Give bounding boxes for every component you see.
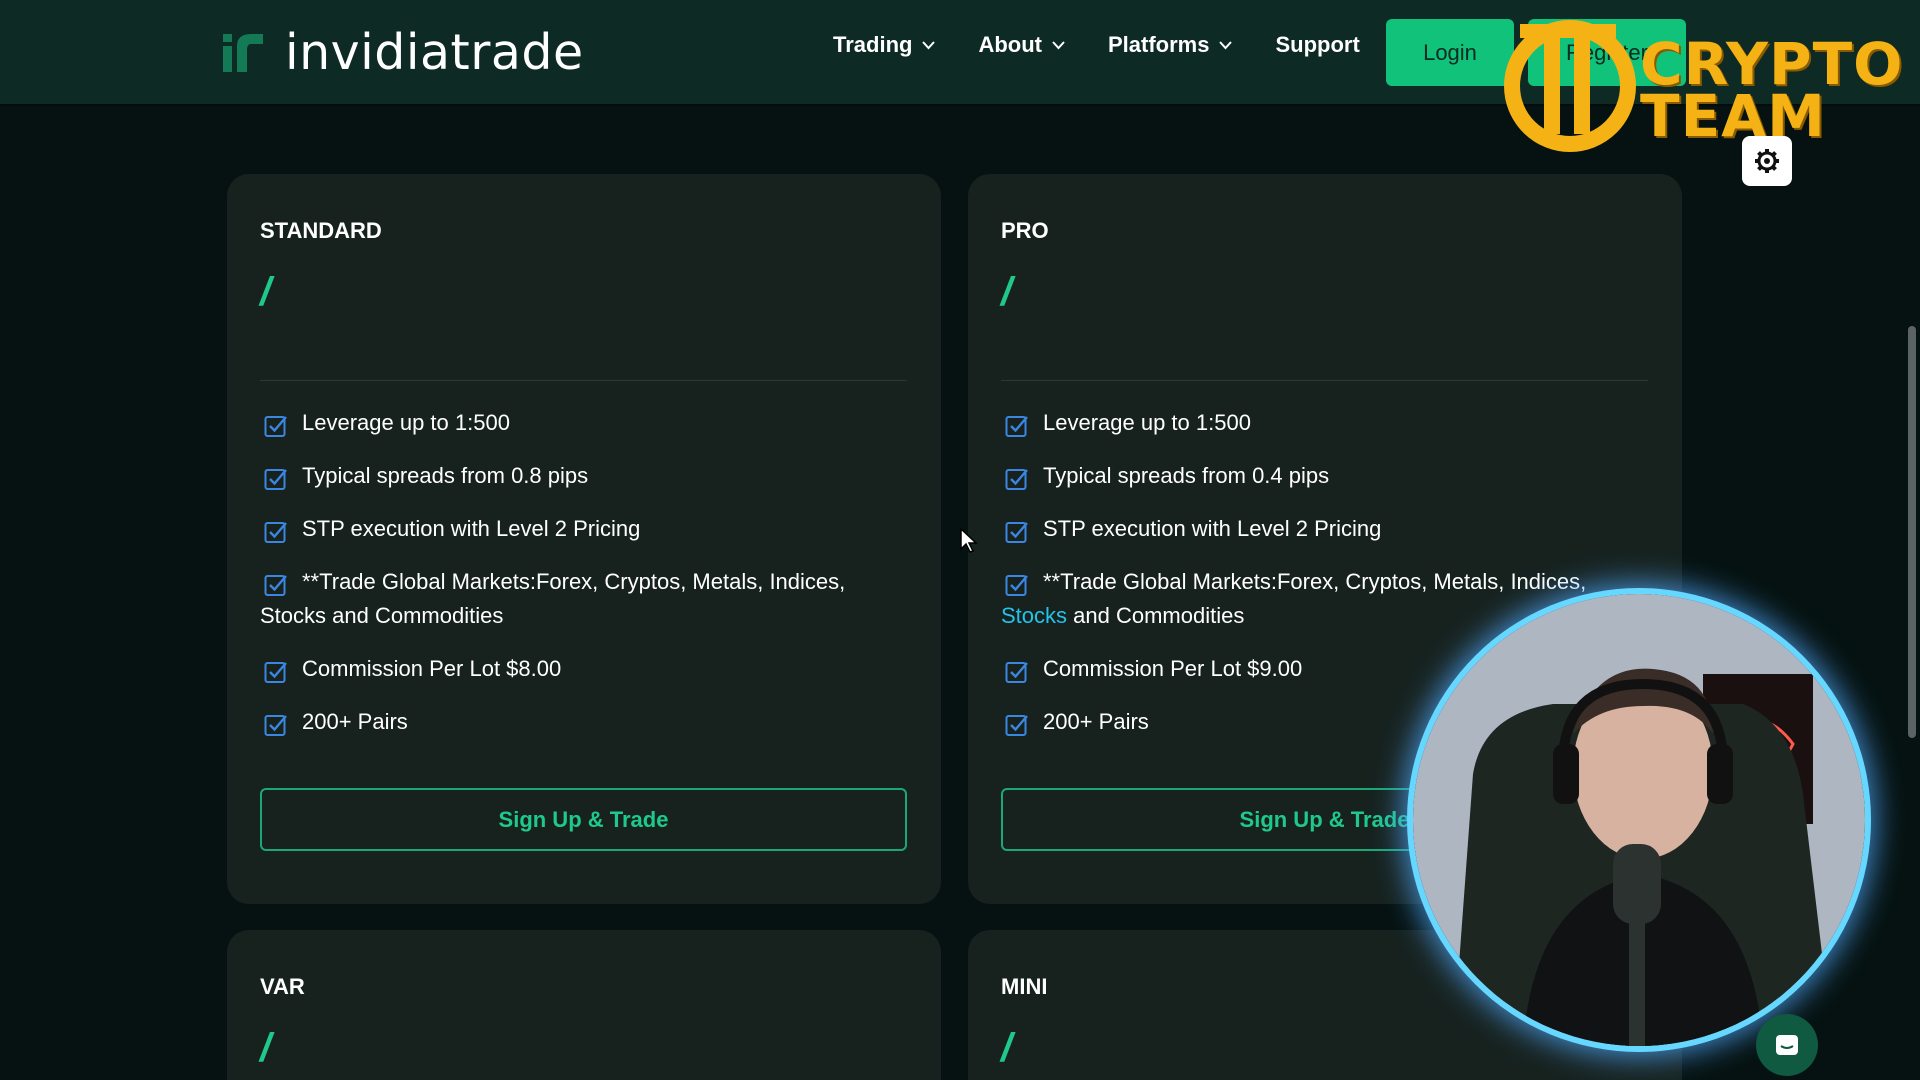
plan-price-slash: / [260, 1026, 272, 1070]
main-nav: Trading About Platforms Support [833, 32, 1403, 58]
settings-button[interactable] [1742, 136, 1792, 186]
plan-card-standard: STANDARD / Leverage up to 1:500 Typical … [227, 174, 941, 904]
feature-item: Typical spreads from 0.4 pips [1001, 459, 1651, 493]
feature-text-part: and Commodities [1067, 603, 1245, 628]
feature-text: **Trade Global Markets:Forex, Cryptos, M… [260, 569, 846, 628]
feature-item: STP execution with Level 2 Pricing [260, 512, 910, 546]
checkbox-icon [264, 416, 287, 437]
logo-text: invidiatrade [285, 23, 584, 81]
feature-item: Leverage up to 1:500 [260, 406, 910, 440]
plan-card-var: VAR / [227, 930, 941, 1080]
feature-item: Commission Per Lot $8.00 [260, 652, 910, 686]
checkbox-icon [1005, 575, 1028, 596]
chevron-down-icon [1219, 40, 1233, 49]
chat-widget-button[interactable] [1756, 1014, 1818, 1076]
feature-item: Leverage up to 1:500 [1001, 406, 1651, 440]
checkbox-icon [264, 522, 287, 543]
feature-text: Leverage up to 1:500 [1043, 410, 1251, 435]
checkbox-icon [1005, 662, 1028, 683]
nav-trading-label: Trading [833, 32, 913, 57]
chat-icon [1776, 1035, 1798, 1055]
brand-logo[interactable]: invidiatrade [221, 22, 584, 82]
chevron-down-icon [922, 40, 936, 49]
mouse-cursor-icon [960, 528, 978, 553]
page: invidiatrade Trading About Platforms Sup… [0, 0, 1920, 1080]
feature-item: **Trade Global Markets:Forex, Cryptos, M… [260, 565, 910, 633]
feature-item: 200+ Pairs [260, 705, 910, 739]
nav-trading[interactable]: Trading [833, 32, 936, 58]
gear-icon [1755, 149, 1779, 173]
checkbox-icon [1005, 522, 1028, 543]
nav-platforms[interactable]: Platforms [1107, 32, 1233, 58]
plan-title: VAR [260, 974, 305, 999]
logo-mark-icon [223, 34, 263, 72]
stocks-link[interactable]: Stocks [1001, 603, 1067, 628]
nav-support-label: Support [1275, 32, 1360, 57]
checkbox-icon [264, 662, 287, 683]
feature-item: STP execution with Level 2 Pricing [1001, 512, 1651, 546]
feature-item: Typical spreads from 0.8 pips [260, 459, 910, 493]
feature-text: Typical spreads from 0.4 pips [1043, 463, 1330, 488]
plan-price-slash: / [1001, 270, 1013, 314]
feature-text: Commission Per Lot $9.00 [1043, 656, 1303, 681]
feature-list: Leverage up to 1:500 Typical spreads fro… [260, 406, 910, 758]
page-scrollbar[interactable] [1908, 326, 1916, 738]
feature-text: STP execution with Level 2 Pricing [1043, 516, 1382, 541]
feature-text: Commission Per Lot $8.00 [302, 656, 562, 681]
plan-price-slash: / [260, 270, 272, 314]
nav-support[interactable]: Support [1275, 32, 1359, 58]
feature-text: Leverage up to 1:500 [302, 410, 510, 435]
checkbox-icon [1005, 715, 1028, 736]
divider [1001, 380, 1648, 381]
feature-text: Typical spreads from 0.8 pips [302, 463, 589, 488]
sign-up-trade-button[interactable]: Sign Up & Trade [260, 788, 907, 851]
streamer-webcam [1413, 594, 1865, 1046]
plan-title: STANDARD [260, 218, 382, 243]
plan-title: PRO [1001, 218, 1049, 243]
chevron-down-icon [1052, 40, 1065, 49]
checkbox-icon [1005, 469, 1028, 490]
feature-text: 200+ Pairs [1043, 709, 1149, 734]
streamer-silhouette-icon [1413, 594, 1865, 1046]
crypto-team-watermark: CRYPTO TEAM [1500, 16, 1902, 156]
login-button[interactable]: Login [1386, 19, 1514, 86]
feature-text-part: **Trade Global Markets:Forex, Cryptos, M… [1043, 569, 1587, 594]
checkbox-icon [1005, 416, 1028, 437]
checkbox-icon [264, 715, 287, 736]
feature-text: STP execution with Level 2 Pricing [302, 516, 641, 541]
nav-about-label: About [978, 32, 1042, 57]
plan-title: MINI [1001, 974, 1048, 999]
nav-platforms-label: Platforms [1107, 32, 1210, 57]
plan-price-slash: / [1001, 1026, 1013, 1070]
feature-text: 200+ Pairs [302, 709, 408, 734]
divider [260, 380, 907, 381]
checkbox-icon [264, 575, 287, 596]
crypto-text-line2: TEAM [1640, 82, 1826, 150]
crypto-team-logo-icon [1504, 20, 1636, 152]
nav-about[interactable]: About [978, 32, 1065, 58]
checkbox-icon [264, 469, 287, 490]
